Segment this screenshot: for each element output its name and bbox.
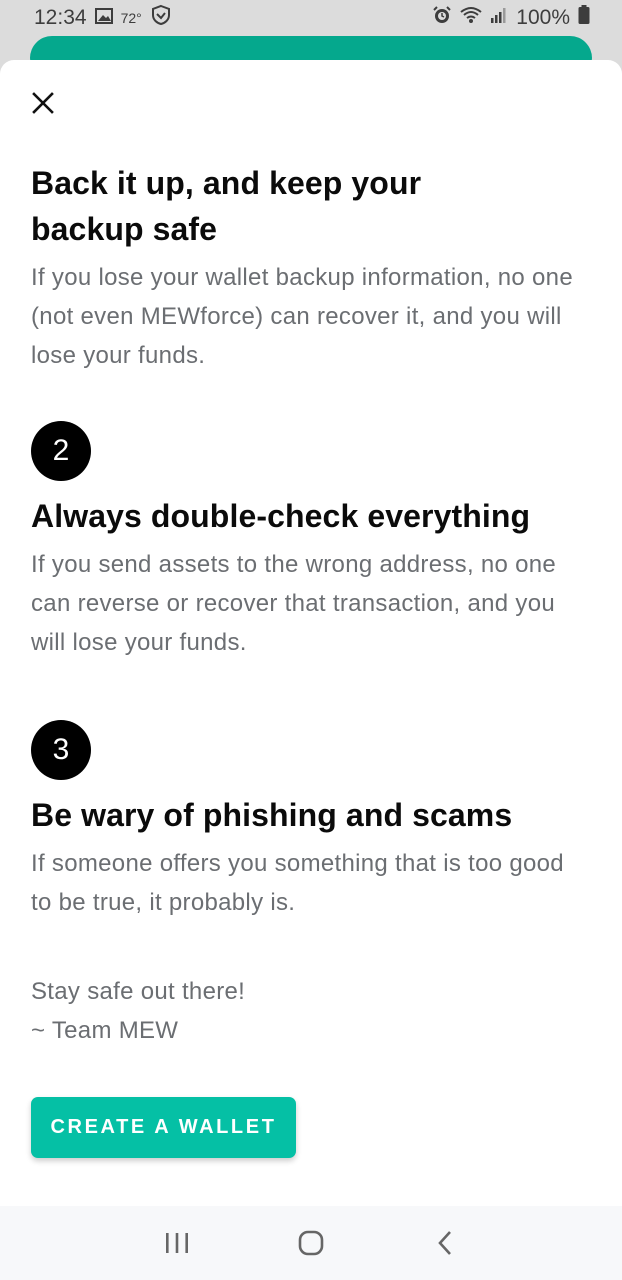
close-button[interactable] <box>28 88 58 118</box>
create-wallet-button[interactable]: CREATE A WALLET <box>31 1097 296 1158</box>
tip-body: If you lose your wallet backup informati… <box>31 264 573 369</box>
image-icon <box>94 6 113 30</box>
status-bar: 12:34 72° 100% <box>0 0 622 36</box>
wifi-icon <box>460 6 482 30</box>
shield-icon <box>150 4 172 32</box>
step-number-badge: 2 <box>31 421 91 481</box>
back-icon <box>438 1231 451 1255</box>
signoff-line-1: Stay safe out there! <box>31 978 246 1005</box>
step-number-badge: 3 <box>31 720 91 780</box>
signal-icon <box>490 6 508 30</box>
tip-title: Be wary of phishing and scams <box>31 797 513 833</box>
alarm-icon <box>432 5 452 31</box>
status-right: 100% <box>432 5 590 31</box>
safety-tips-sheet: Back it up, and keep your backup safe If… <box>0 60 622 1206</box>
home-icon <box>298 1230 324 1256</box>
recent-apps-button[interactable] <box>147 1213 207 1273</box>
tip-backup: Back it up, and keep your backup safe If… <box>31 160 587 375</box>
signoff-line-2: ~ Team MEW <box>31 1017 179 1044</box>
status-battery-text: 100% <box>516 6 570 29</box>
recent-apps-icon <box>166 1233 188 1253</box>
battery-icon <box>578 5 590 31</box>
system-nav-bar <box>0 1206 622 1280</box>
home-button[interactable] <box>281 1213 341 1273</box>
status-time: 12:34 <box>34 6 87 29</box>
status-left: 12:34 72° <box>34 4 172 32</box>
tip-body: If you send assets to the wrong address,… <box>31 551 557 656</box>
signoff: Stay safe out there! ~ Team MEW <box>31 972 587 1050</box>
back-button[interactable] <box>415 1213 475 1273</box>
tip-double-check: 2 Always double-check everything If you … <box>31 421 587 662</box>
close-icon <box>32 92 54 114</box>
status-temperature: 72° <box>120 10 142 26</box>
tip-title: Always double-check everything <box>31 498 531 534</box>
tip-body: If someone offers you something that is … <box>31 850 564 916</box>
tip-title: Back it up, and keep your backup safe <box>31 165 422 247</box>
tip-phishing: 3 Be wary of phishing and scams If someo… <box>31 720 587 922</box>
